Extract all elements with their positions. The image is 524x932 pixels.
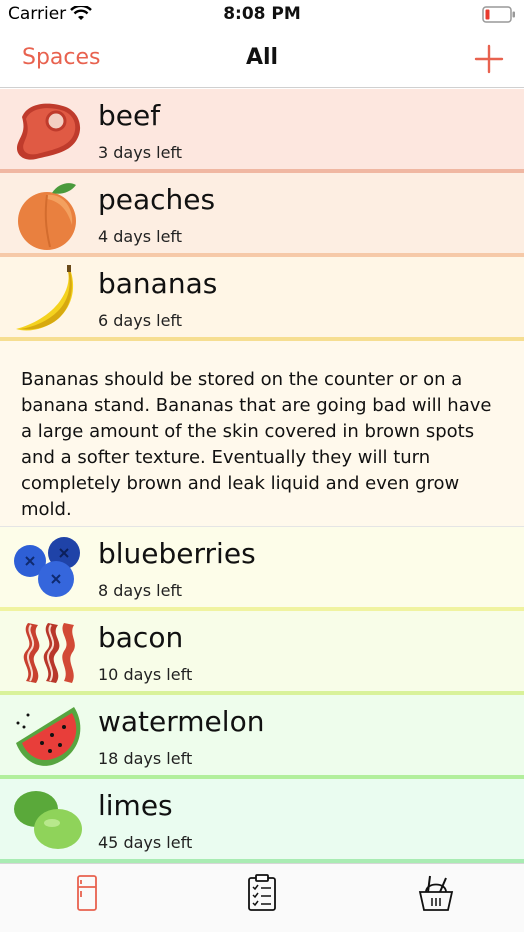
limes-icon [14, 791, 82, 849]
days-left: 4 days left [98, 227, 183, 246]
navigation-bar: Spaces All [0, 30, 524, 88]
basket-icon[interactable] [416, 872, 456, 914]
item-description: Bananas should be stored on the counter … [0, 341, 524, 527]
item-name: limes [98, 789, 173, 822]
item-name: beef [98, 99, 161, 132]
days-left: 18 days left [98, 749, 193, 768]
days-left: 8 days left [98, 581, 183, 600]
item-name: watermelon [98, 705, 265, 738]
item-name: peaches [98, 183, 216, 216]
steak-icon [16, 103, 81, 160]
item-name: blueberries [98, 537, 256, 570]
days-left: 3 days left [98, 143, 183, 162]
item-name: bacon [98, 621, 184, 654]
plus-icon[interactable] [474, 44, 504, 74]
list-item-bananas[interactable]: bananas 6 days left [0, 257, 524, 341]
days-left: 10 days left [98, 665, 193, 684]
banana-icon [16, 265, 74, 331]
list-item-limes[interactable]: limes 45 days left [0, 779, 524, 863]
peach-icon [18, 183, 76, 250]
list-item-watermelon[interactable]: watermelon 18 days left [0, 695, 524, 779]
status-time: 8:08 PM [223, 4, 301, 24]
checklist-icon[interactable] [242, 872, 282, 914]
days-left: 6 days left [98, 311, 183, 330]
days-left: 45 days left [98, 833, 193, 852]
item-name: bananas [98, 267, 218, 300]
watermelon-icon [16, 707, 81, 766]
list-item-blueberries[interactable]: blueberries 8 days left [0, 527, 524, 611]
page-title: All [245, 45, 279, 70]
battery-icon [482, 6, 515, 23]
list-item-peaches[interactable]: peaches 4 days left [0, 173, 524, 257]
blueberries-icon [14, 537, 80, 597]
list-item-bacon[interactable]: bacon 10 days left [0, 611, 524, 695]
bacon-icon [23, 623, 75, 683]
food-list: beef 3 days left peaches 4 days left ban… [0, 89, 524, 863]
tab-bar [0, 863, 524, 932]
list-item-beef[interactable]: beef 3 days left [0, 89, 524, 173]
fridge-icon[interactable] [67, 872, 107, 914]
status-bar: Carrier 8:08 PM [0, 0, 524, 30]
